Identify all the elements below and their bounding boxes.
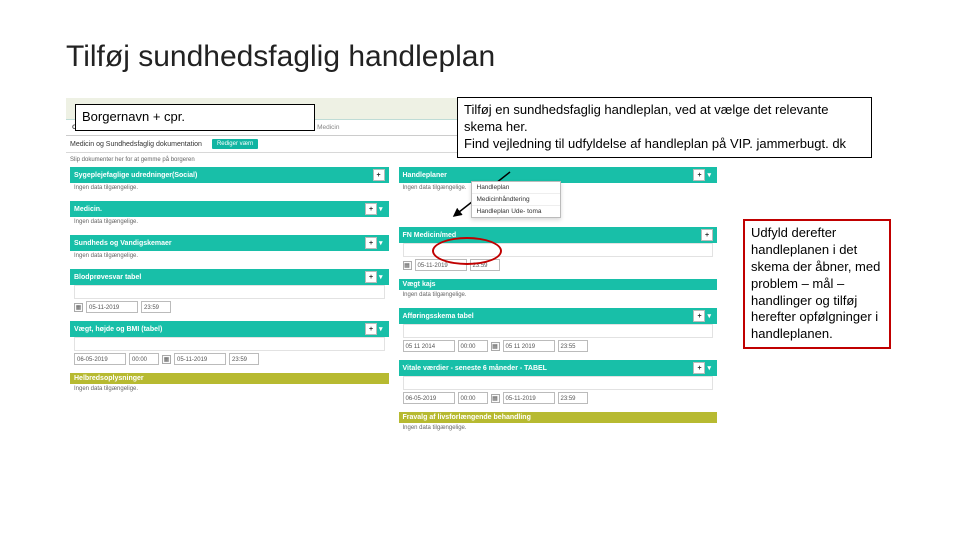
callout-borgernavn: Borgernavn + cpr. [75, 104, 315, 131]
section-vaegt: Vægt, højde og BMI (tabel) +▾ [70, 321, 389, 337]
date-input[interactable]: 05-11-2019 [503, 392, 555, 404]
calendar-icon[interactable]: ▦ [403, 261, 412, 270]
content-panel [74, 337, 385, 351]
section-fravalg: Fravalg af livsforlængende behandling [399, 412, 718, 423]
callout-line1: Tilføj en sundhedsfaglig handleplan, ved… [464, 102, 865, 136]
section-label: Sundheds og Vandigskemaer [74, 240, 172, 247]
time-input[interactable]: 23:59 [141, 301, 171, 313]
section-vitale: Vitale værdier - seneste 6 måneder - TAB… [399, 360, 718, 376]
chevron-down-icon[interactable]: ▾ [379, 240, 383, 247]
section-afforing: Afføringsskema tabel +▾ [399, 308, 718, 324]
date-input[interactable]: 05-11-2019 [174, 353, 226, 365]
time-input[interactable]: 00:00 [129, 353, 159, 365]
no-data: Ingen data tilgængelige. [70, 217, 389, 231]
time-input[interactable]: 00:00 [458, 340, 488, 352]
date-row: 06-05-2019 00:00 ▦ 05-11-2019 23:59 [70, 351, 389, 369]
section-label: FN Medicin/med [403, 232, 457, 239]
date-input[interactable]: 05 11 2019 [503, 340, 555, 352]
content-panel [74, 285, 385, 299]
calendar-icon[interactable]: ▦ [491, 394, 500, 403]
add-button[interactable]: + [701, 229, 713, 241]
time-input[interactable]: 23:55 [558, 340, 588, 352]
date-row: 05 11 2014 00:00 ▦ 05 11 2019 23:55 [399, 338, 718, 356]
section-label: Blodprøvesvar tabel [74, 274, 141, 281]
chevron-down-icon[interactable]: ▾ [379, 274, 383, 281]
content-panel [403, 243, 714, 257]
content-panel [403, 376, 714, 390]
section-vaegt-kajs: Vægt kajs [399, 279, 718, 290]
date-input[interactable]: 05 11 2014 [403, 340, 455, 352]
date-input[interactable]: 06-05-2019 [403, 392, 455, 404]
slide-title: Tilføj sundhedsfaglig handleplan [66, 40, 495, 74]
add-button[interactable]: + [365, 203, 377, 215]
help-text: Slip dokumenter her for at gemme på borg… [66, 157, 721, 167]
edit-button[interactable]: Rediger værn [212, 139, 258, 149]
section-label: Vægt kajs [403, 281, 436, 288]
no-data: Ingen data tilgængelige. [399, 290, 718, 304]
date-input[interactable]: 06-05-2019 [74, 353, 126, 365]
no-data: Ingen data tilgængelige. [70, 183, 389, 197]
section-sygeplejefaglige: Sygeplejefaglige udredninger(Social) + [70, 167, 389, 183]
chevron-down-icon[interactable]: ▾ [379, 206, 383, 213]
dropdown-option[interactable]: Handleplan Ude- toma [472, 206, 560, 217]
dropdown-option[interactable]: Handleplan [472, 182, 560, 194]
handleplan-dropdown: Handleplan Medicinhåndtering Handleplan … [471, 181, 561, 218]
section-label: Fravalg af livsforlængende behandling [403, 414, 531, 421]
callout-line2: Find vejledning til udfyldelse af handle… [464, 136, 865, 153]
section-blodprove: Blodprøvesvar tabel +▾ [70, 269, 389, 285]
calendar-icon[interactable]: ▦ [162, 355, 171, 364]
callout-text: Borgernavn + cpr. [82, 109, 185, 124]
chevron-down-icon[interactable]: ▾ [707, 365, 711, 372]
date-row: 06-05-2019 00:00 ▦ 05-11-2019 23:59 [399, 390, 718, 408]
date-row: ▦ 05-11-2019 23:59 [70, 299, 389, 317]
section-helbred: Helbredsoplysninger [70, 373, 389, 384]
section-fn-medicin: FN Medicin/med + [399, 227, 718, 243]
add-button[interactable]: + [365, 323, 377, 335]
add-button[interactable]: + [693, 362, 705, 374]
add-button[interactable]: + [693, 310, 705, 322]
section-label: Medicin. [74, 206, 102, 213]
time-input[interactable]: 00:00 [458, 392, 488, 404]
date-input[interactable]: 05-11-2019 [415, 259, 467, 271]
no-data: Ingen data tilgængelige. [70, 251, 389, 265]
time-input[interactable]: 23:59 [558, 392, 588, 404]
add-button[interactable]: + [693, 169, 705, 181]
chevron-down-icon[interactable]: ▾ [707, 172, 711, 179]
no-data: Ingen data tilgængelige. [399, 423, 718, 437]
section-label: Afføringsskema tabel [403, 313, 474, 320]
section-label: Helbredsoplysninger [74, 375, 144, 382]
calendar-icon[interactable]: ▦ [491, 342, 500, 351]
section-label: Handleplaner [403, 172, 447, 179]
section-label: Vitale værdier - seneste 6 måneder - TAB… [403, 365, 547, 372]
time-input[interactable]: 23:59 [470, 259, 500, 271]
time-input[interactable]: 23:59 [229, 353, 259, 365]
section-medicin: Medicin. +▾ [70, 201, 389, 217]
date-input[interactable]: 05-11-2019 [86, 301, 138, 313]
callout-instructions: Tilføj en sundhedsfaglig handleplan, ved… [457, 97, 872, 158]
right-column: Handleplaner +▾ Ingen data tilgængelige.… [399, 167, 718, 437]
section-title: Medicin og Sundhedsfaglig dokumentation [70, 141, 202, 148]
content-panel [403, 324, 714, 338]
callout-text: Udfyld derefter handleplanen i det skema… [751, 225, 880, 341]
left-column: Sygeplejefaglige udredninger(Social) + I… [70, 167, 389, 437]
date-row: ▦ 05-11-2019 23:59 [399, 257, 718, 275]
section-sundheds: Sundheds og Vandigskemaer +▾ [70, 235, 389, 251]
add-button[interactable]: + [365, 271, 377, 283]
dropdown-option[interactable]: Medicinhåndtering [472, 194, 560, 206]
add-button[interactable]: + [373, 169, 385, 181]
chevron-down-icon[interactable]: ▾ [379, 326, 383, 333]
add-button[interactable]: + [365, 237, 377, 249]
tab-medicin[interactable]: Medicin [311, 120, 345, 135]
calendar-icon[interactable]: ▦ [74, 303, 83, 312]
section-label: Sygeplejefaglige udredninger(Social) [74, 172, 197, 179]
section-label: Vægt, højde og BMI (tabel) [74, 326, 162, 333]
callout-udfyld: Udfyld derefter handleplanen i det skema… [743, 219, 891, 349]
no-data: Ingen data tilgængelige. [70, 384, 389, 398]
chevron-down-icon[interactable]: ▾ [707, 313, 711, 320]
